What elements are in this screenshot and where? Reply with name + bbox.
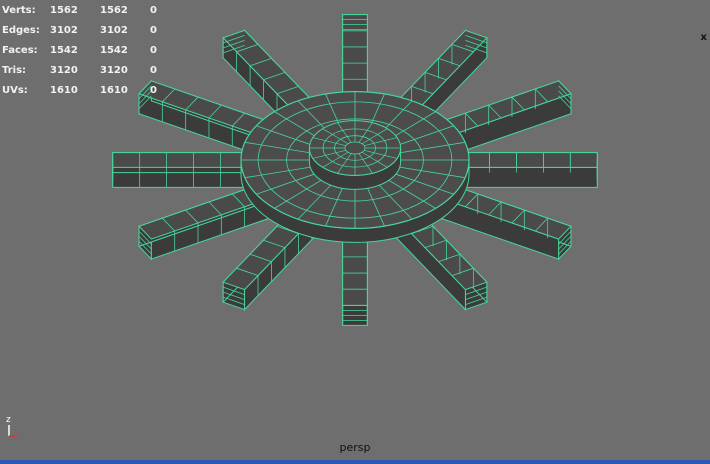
hud-row: Tris: 3120 3120 0 <box>2 61 170 81</box>
hud-row: Edges: 3102 3102 0 <box>2 21 170 41</box>
hud-value: 1610 <box>50 85 78 96</box>
hud-value: 0 <box>150 45 157 56</box>
hud-row: UVs: 1610 1610 0 <box>2 81 170 101</box>
hud-row: Faces: 1542 1542 0 <box>2 41 170 61</box>
hud-value: 0 <box>150 85 157 96</box>
view-axis-icon: z <box>6 415 17 437</box>
axis-z-label: z <box>6 415 11 425</box>
hud-label: UVs: <box>2 85 28 96</box>
hud-value: 1562 <box>100 5 128 16</box>
camera-name-label: persp <box>339 441 371 454</box>
hud-value: 1542 <box>100 45 128 56</box>
hud-value: 3120 <box>50 65 78 76</box>
perspective-viewport[interactable]: Verts: 1562 1562 0 Edges: 3102 3102 0 Faces: 1542… <box>0 0 710 464</box>
hud-value: 0 <box>150 65 157 76</box>
hud-value: 3102 <box>50 25 78 36</box>
hud-value: 3102 <box>100 25 128 36</box>
hud-value: 0 <box>150 25 157 36</box>
hud-value: 3120 <box>100 65 128 76</box>
hud-value: 1542 <box>50 45 78 56</box>
close-icon[interactable]: x <box>701 32 707 43</box>
gear-hub[interactable] <box>308 120 402 190</box>
hud-label: Verts: <box>2 5 36 16</box>
hud-value: 1610 <box>100 85 128 96</box>
hud-value: 1562 <box>50 5 78 16</box>
hud-label: Faces: <box>2 45 38 56</box>
hud-label: Edges: <box>2 25 40 36</box>
poly-count-hud: Verts: 1562 1562 0 Edges: 3102 3102 0 Faces: 1542… <box>2 1 170 101</box>
hud-label: Tris: <box>2 65 27 76</box>
hud-value: 0 <box>150 5 157 16</box>
viewport-bottom-bar <box>0 460 710 464</box>
hud-row: Verts: 1562 1562 0 <box>2 1 170 21</box>
